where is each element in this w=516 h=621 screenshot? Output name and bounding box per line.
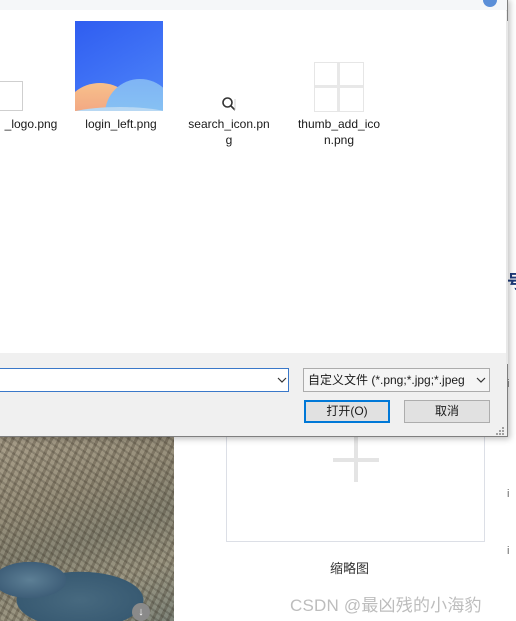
- cancel-button[interactable]: 取消: [404, 400, 490, 423]
- plus-icon: [333, 436, 379, 482]
- file-name: login_left.png: [85, 117, 157, 131]
- side-mark: i: [507, 545, 510, 557]
- chevron-down-icon[interactable]: [475, 374, 487, 386]
- file-thumbnail: [314, 62, 364, 112]
- open-button[interactable]: 打开(O): [304, 400, 390, 423]
- map-download-icon[interactable]: ↓: [132, 603, 150, 621]
- resize-grip-icon[interactable]: [495, 426, 505, 436]
- file-name: search_icon.pn g: [188, 117, 270, 147]
- file-open-dialog: _logo.png login_left.png search_icon.pn …: [0, 0, 508, 437]
- filetype-select[interactable]: 自定义文件 (*.png;*.jpg;*.jpeg: [303, 368, 490, 392]
- search-icon: [222, 97, 236, 111]
- thumbnail-label: 缩略图: [330, 561, 370, 576]
- satellite-map-image: [0, 430, 174, 621]
- file-name: _logo.png: [4, 117, 58, 131]
- watermark: CSDN @最凶残的小海豹: [290, 596, 482, 615]
- scrollbar[interactable]: [506, 21, 508, 364]
- filetype-value: 自定义文件 (*.png;*.jpg;*.jpeg: [308, 373, 465, 387]
- chevron-down-icon[interactable]: [276, 374, 288, 386]
- filename-input[interactable]: [0, 368, 289, 392]
- file-name: thumb_add_ico n.png: [297, 117, 381, 147]
- side-mark: i: [507, 488, 510, 500]
- file-thumbnail: [75, 21, 163, 111]
- file-thumbnail: [0, 81, 23, 111]
- side-mark: 号: [507, 268, 516, 294]
